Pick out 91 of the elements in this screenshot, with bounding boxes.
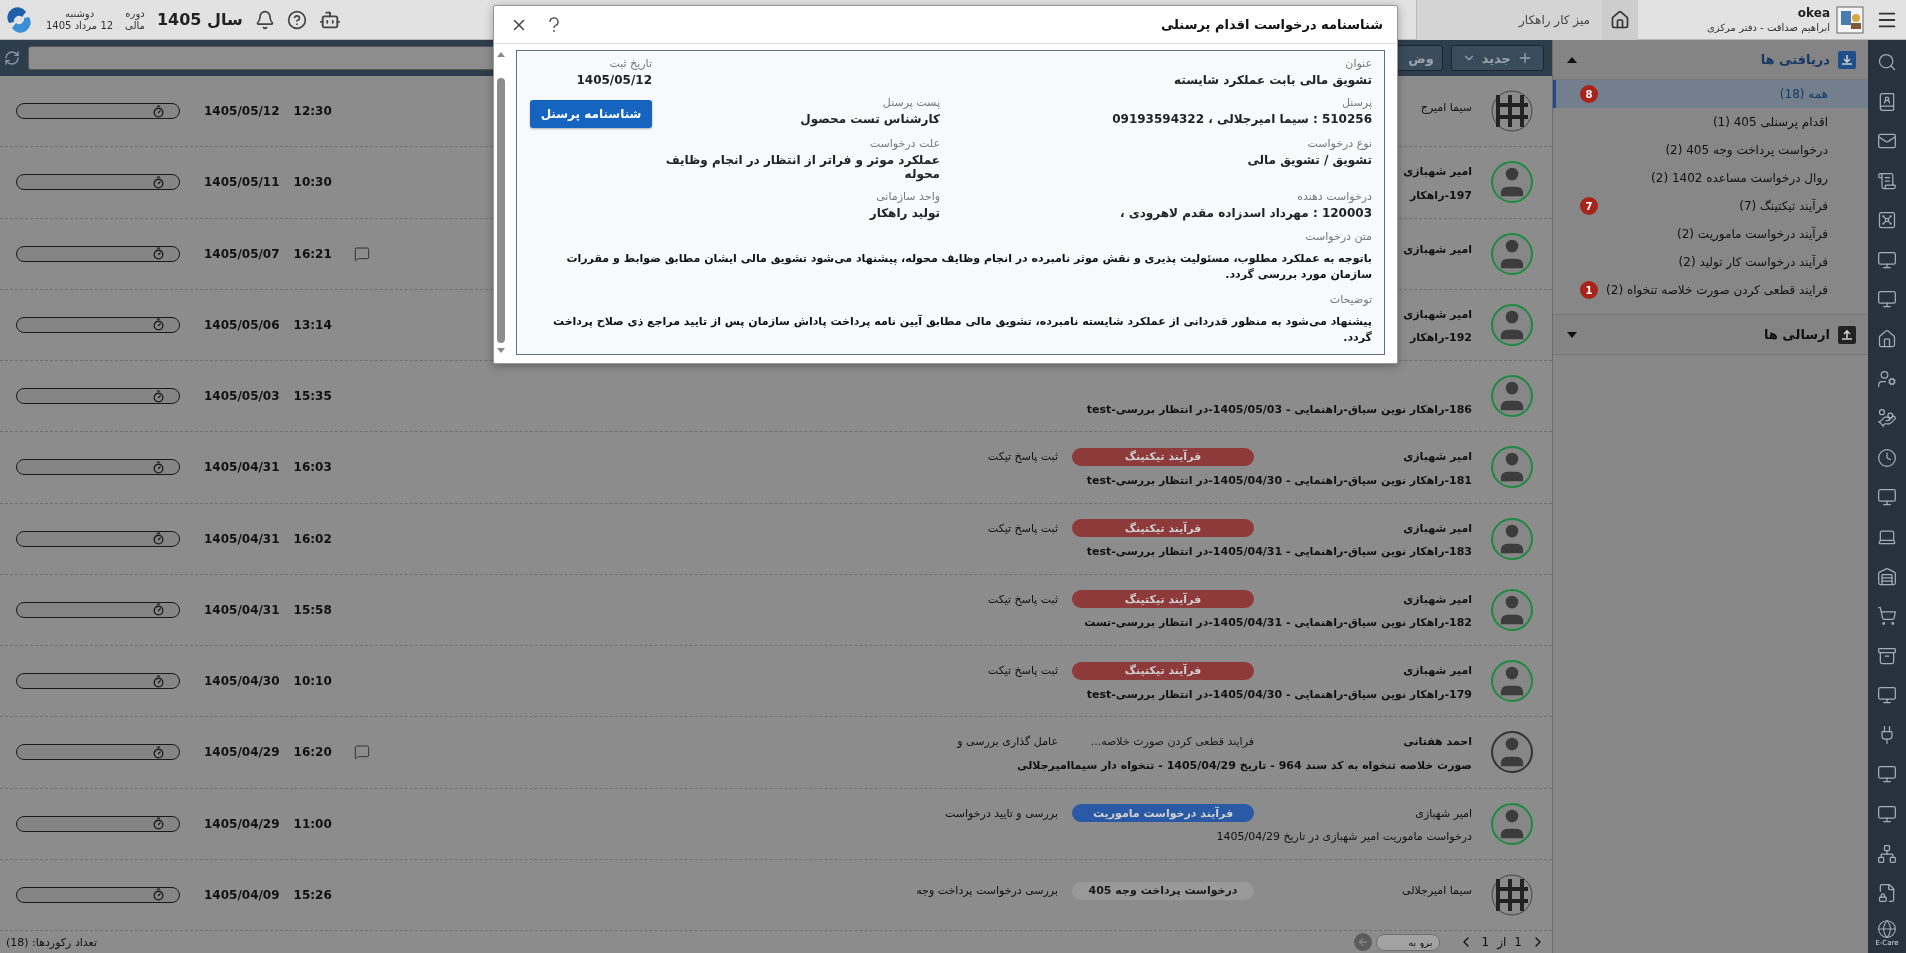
row-time: 15:35	[293, 389, 332, 404]
sender-name: امیر شهبازی	[1403, 521, 1472, 535]
process-tag: درخواست پرداخت وجه 405	[1072, 881, 1254, 900]
process-name: فرایند قطعی کردن صورت خلاصه...	[1090, 735, 1254, 749]
user-name: ابراهیم صداقت - دفتر مرکزی	[1707, 22, 1830, 33]
field-value: تشویق مالی بابت عملکرد شایسته	[1173, 73, 1372, 87]
sender-name: امیر شهبازی	[1403, 307, 1472, 321]
row-date: 1405/04/31	[204, 531, 280, 546]
subject-text: 183-راهکار نوین سیاق-راهنمایی - 1405/04/31-در انتظار بررسی-test	[1086, 545, 1472, 559]
sender-name: امیر شهبازی	[1403, 243, 1472, 257]
sender-name: امیر شهبازی	[1415, 806, 1472, 820]
row-date: 1405/04/09	[204, 887, 280, 902]
field-label: واحد سازمانی	[876, 190, 940, 203]
sender-name: امیر شهبازی	[1403, 592, 1472, 606]
process-tag: فرآیند درخواست ماموریت	[1072, 804, 1254, 823]
count-badge: 1	[1580, 281, 1598, 299]
sender-name: احمد هفتانی	[1403, 735, 1472, 749]
field-value: تولید راهکار	[869, 206, 940, 220]
sender-name: سیما امیرج	[1420, 100, 1472, 114]
row-date: 1405/04/29	[204, 816, 280, 831]
field-text: باتوجه به عملکرد مطلوب، مسئولیت پذیری و نقش موثر نامبرده در انجام وظایف محوله، پیشنهاد می‌شود تشویق مالی ایشان مطابق ضوابط و مقررات سازمان مورد بررسی گردد.	[565, 251, 1372, 283]
current-date: 12 مرداد 1405	[46, 20, 114, 31]
action-text: ثبت پاسخ تیکت	[987, 450, 1058, 464]
action-text: ثبت پاسخ تیکت	[987, 521, 1058, 535]
row-time: 10:10	[293, 674, 332, 689]
field-label: علت درخواست	[869, 137, 940, 150]
subject-text: 182-راهکار نوین سیاق-راهنمایی - 1405/04/31-در انتظار بررسی-تست	[1084, 616, 1472, 630]
field-label: نوع درخواست	[1307, 137, 1372, 150]
period-label: دوره مالی	[125, 7, 145, 32]
process-tag: فرآیند تیکتینگ	[1072, 519, 1254, 538]
page-of: از	[1497, 935, 1507, 949]
process-tag: فرآیند تیکتینگ	[1072, 661, 1254, 680]
row-date: 1405/05/06	[204, 317, 280, 332]
field-text: پیشنهاد می‌شود به منظور قدردانی از عملکرد شایسته نامبرده، تشویق مالی مطابق آیین نامه پرداخت پاداش سازمان پس از تایید مراجع ذی صلاح پرداخت گردد.	[552, 313, 1372, 346]
field-value: 120003 : مهرداد اسدزاده مقدم لاهرودی ،	[1119, 206, 1372, 220]
subject-text: 186-راهکار نوین سیاق-راهنمایی - 1405/05/03-در انتظار بررسی-test	[1086, 402, 1472, 416]
page-number: 1	[1514, 935, 1522, 949]
sender-name: سیما امیرجلالی	[1402, 884, 1472, 898]
sender-name: امیر شهبازی	[1403, 165, 1472, 179]
field-label: عنوان	[1345, 57, 1372, 70]
brand-name: okea	[1796, 6, 1830, 20]
row-date: 1405/04/29	[204, 745, 280, 760]
action-text: عامل گذاری بررسی و	[957, 735, 1058, 749]
field-label: متن درخواست	[1305, 230, 1372, 243]
sender-name: امیر شهبازی	[1403, 450, 1472, 464]
process-tag: فرآیند تیکتینگ	[1072, 447, 1254, 466]
action-text: بررسی و تایید درخواست	[945, 806, 1058, 820]
row-date: 1405/05/07	[204, 246, 280, 261]
subject-text: درخواست ماموریت امیر شهبازی در تاریخ 1405/04/29	[1216, 830, 1472, 844]
dialog-title: شناسنامه درخواست اقدام پرسنلی	[1159, 17, 1383, 32]
field-label: توضیحات	[1329, 292, 1372, 306]
action-text: بررسی درخواست پرداخت وجه	[916, 884, 1058, 898]
field-value: 510256 : سیما امیرجلالی ، 09193594322	[1112, 112, 1372, 126]
field-label: تاریخ ثبت	[609, 57, 652, 70]
row-time: 16:02	[293, 531, 332, 546]
row-time: 11:00	[293, 816, 332, 831]
weekday: دوشنبه	[65, 8, 95, 19]
row-time: 10:30	[293, 175, 332, 190]
row-date: 1405/05/12	[204, 104, 280, 119]
field-label: پست پرسنل	[882, 96, 940, 109]
count-badge: 8	[1580, 85, 1598, 103]
field-value: 1405/05/12	[576, 73, 652, 87]
subject-text: 192-راهکار	[1409, 331, 1472, 345]
row-time: 15:26	[293, 887, 332, 902]
row-time: 13:14	[293, 317, 332, 332]
field-value: تشویق / تشویق مالی	[1247, 153, 1372, 167]
field-label: درخواست دهنده	[1297, 190, 1372, 203]
row-time: 16:21	[293, 246, 332, 261]
row-date: 1405/04/30	[204, 674, 280, 689]
row-date: 1405/05/03	[204, 389, 280, 404]
sender-name: امیر شهبازی	[1403, 664, 1472, 678]
field-value: کارشناس تست محصول	[800, 112, 940, 126]
action-text: ثبت پاسخ تیکت	[987, 592, 1058, 606]
row-time: 16:03	[293, 460, 332, 475]
record-count: تعداد رکوردها: (18)	[6, 935, 97, 949]
row-time: 15:58	[293, 602, 332, 617]
process-tag: فرآیند تیکتینگ	[1072, 590, 1254, 609]
row-date: 1405/04/31	[204, 460, 280, 475]
page-total: 1	[1481, 935, 1490, 949]
action-text: ثبت پاسخ تیکت	[987, 664, 1058, 678]
subject-text: 179-راهکار نوین سیاق-راهنمایی - 1405/04/30-در انتظار بررسی-test	[1086, 687, 1472, 701]
field-label: پرسنل	[1342, 96, 1372, 109]
subject-text: 181-راهکار نوین سیاق-راهنمایی - 1405/04/30-در انتظار بررسی-test	[1086, 473, 1472, 487]
row-date: 1405/05/11	[204, 175, 280, 190]
row-time: 12:30	[293, 104, 332, 119]
count-badge: 7	[1580, 197, 1598, 215]
row-date: 1405/04/31	[204, 602, 280, 617]
field-value: عملکرد موثر و فراتر از انتظار در انجام وظایف محوله	[664, 153, 940, 181]
row-time: 16:20	[293, 745, 332, 760]
subject-text: صورت خلاصه تنخواه به کد سند 964 - تاریخ 1405/04/29 - تنخواه دار سیماامیرجلالی	[1017, 758, 1472, 772]
subject-text: 197-راهکار	[1409, 188, 1472, 202]
